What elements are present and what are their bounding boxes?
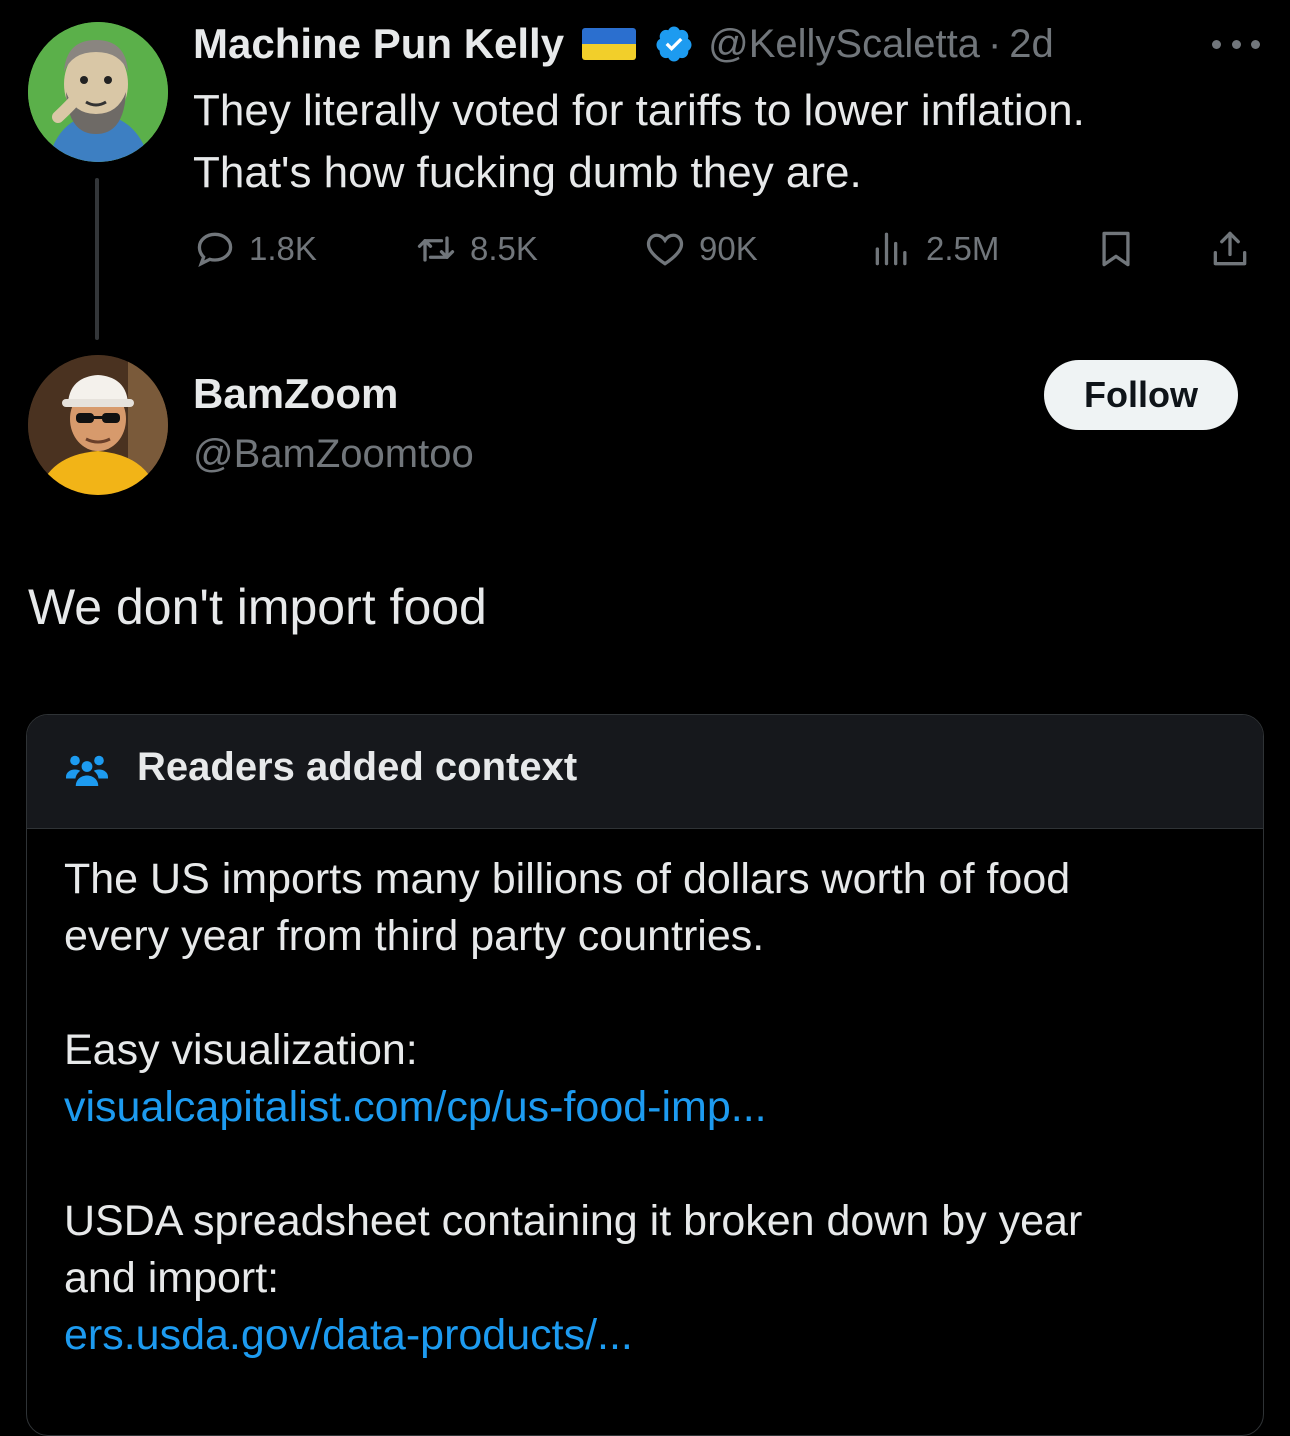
thread-connector-line <box>95 178 99 340</box>
tweet1-timestamp[interactable]: 2d <box>1009 22 1054 67</box>
tweet1-text-line: They literally voted for tariffs to lowe… <box>193 86 1085 135</box>
note-text-line: The US imports many billions of dollars … <box>64 855 1071 903</box>
share-icon <box>1213 231 1247 266</box>
note-text-line: every year from third party countries. <box>64 912 765 960</box>
bookmark-button[interactable] <box>1094 224 1138 274</box>
like-button[interactable]: 90K <box>643 224 758 274</box>
more-icon[interactable] <box>1212 38 1260 50</box>
tweet1-header: Machine Pun Kelly @KellyScaletta · 2d <box>193 16 1054 72</box>
like-icon <box>646 233 684 266</box>
ukraine-flag-icon <box>582 28 637 60</box>
bookmark-icon <box>1102 231 1130 267</box>
tweet1-handle[interactable]: @KellyScaletta <box>708 22 980 67</box>
note-link-visualcapitalist[interactable]: visualcapitalist.com/cp/us-food-imp... <box>64 1083 767 1131</box>
note-link-usda[interactable]: ers.usda.gov/data-products/... <box>64 1311 633 1359</box>
avatar-machine-pun-kelly[interactable] <box>28 22 168 162</box>
tweet1-separator: · <box>987 21 1002 66</box>
verified-badge-icon <box>656 26 692 62</box>
reply-count: 1.8K <box>249 230 317 267</box>
community-note-header[interactable]: Readers added context <box>27 715 1263 829</box>
tweet2-display-name[interactable]: BamZoom <box>193 370 398 418</box>
repost-icon <box>417 236 455 262</box>
community-note-title: Readers added context <box>137 745 578 789</box>
follow-button[interactable]: Follow <box>1044 360 1238 430</box>
note-text-line: USDA spreadsheet containing it broken do… <box>64 1197 1083 1245</box>
tweet2-text: We don't import food <box>28 579 487 635</box>
views-count: 2.5M <box>926 230 1000 267</box>
people-icon <box>66 755 108 786</box>
tweet2-handle[interactable]: @BamZoomtoo <box>193 432 474 477</box>
views-icon <box>875 232 907 266</box>
avatar-photo <box>28 355 168 495</box>
tweet1-text: They literally voted for tariffs to lowe… <box>193 80 1253 204</box>
community-note-body: The US imports many billions of dollars … <box>64 851 1234 1364</box>
avatar-illustration <box>28 22 168 162</box>
note-text-line: Easy visualization: <box>64 1026 418 1074</box>
repost-count: 8.5K <box>470 230 538 267</box>
share-button[interactable] <box>1208 224 1252 274</box>
reply-button[interactable]: 1.8K <box>193 224 317 274</box>
views-button[interactable]: 2.5M <box>870 224 999 274</box>
reply-icon <box>197 232 233 268</box>
community-note: Readers added context The US imports man… <box>26 714 1264 1436</box>
note-text-line: and import: <box>64 1254 280 1302</box>
repost-button[interactable]: 8.5K <box>414 224 538 274</box>
like-count: 90K <box>699 230 758 267</box>
avatar-bamzoom[interactable] <box>28 355 168 495</box>
tweet1-text-line: That's how fucking dumb they are. <box>193 148 862 197</box>
tweet1-display-name[interactable]: Machine Pun Kelly <box>193 20 564 68</box>
